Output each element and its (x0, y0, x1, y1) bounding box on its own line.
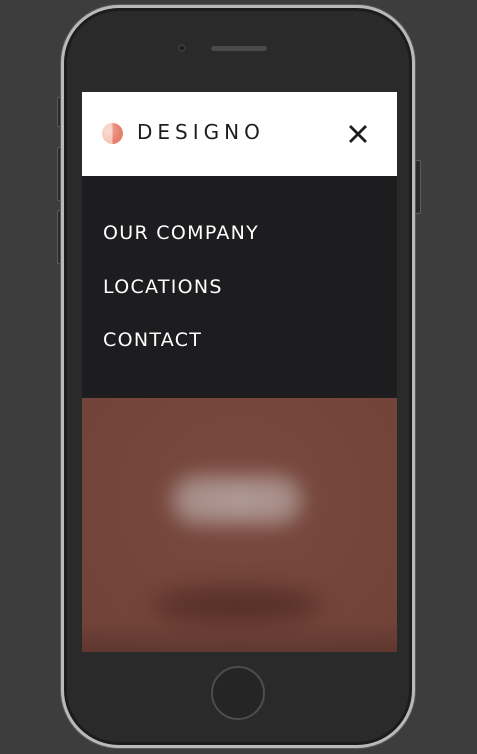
hero-blurred-image (82, 398, 397, 652)
mobile-nav-menu: OUR COMPANY LOCATIONS CONTACT (82, 176, 397, 398)
phone-screen: DESIGNO OUR COMPANY LOCATIONS CONTACT (82, 92, 397, 652)
hero-vignette (82, 398, 397, 652)
earpiece-speaker (211, 46, 267, 51)
front-camera-icon (178, 44, 186, 52)
hero-bottom-fade (82, 622, 397, 652)
brand-logo-text[interactable]: DESIGNO (137, 120, 265, 144)
nav-item-contact[interactable]: CONTACT (103, 329, 202, 351)
nav-item-locations[interactable]: LOCATIONS (103, 276, 223, 298)
designo-logo-icon[interactable] (102, 123, 123, 144)
close-menu-button[interactable] (346, 122, 370, 146)
site-header: DESIGNO (82, 92, 397, 176)
device-mockup-stage: DESIGNO OUR COMPANY LOCATIONS CONTACT (0, 0, 477, 754)
nav-item-our-company[interactable]: OUR COMPANY (103, 222, 259, 244)
home-button[interactable] (211, 666, 265, 720)
close-icon (349, 125, 367, 143)
phone-power-button (415, 160, 421, 214)
